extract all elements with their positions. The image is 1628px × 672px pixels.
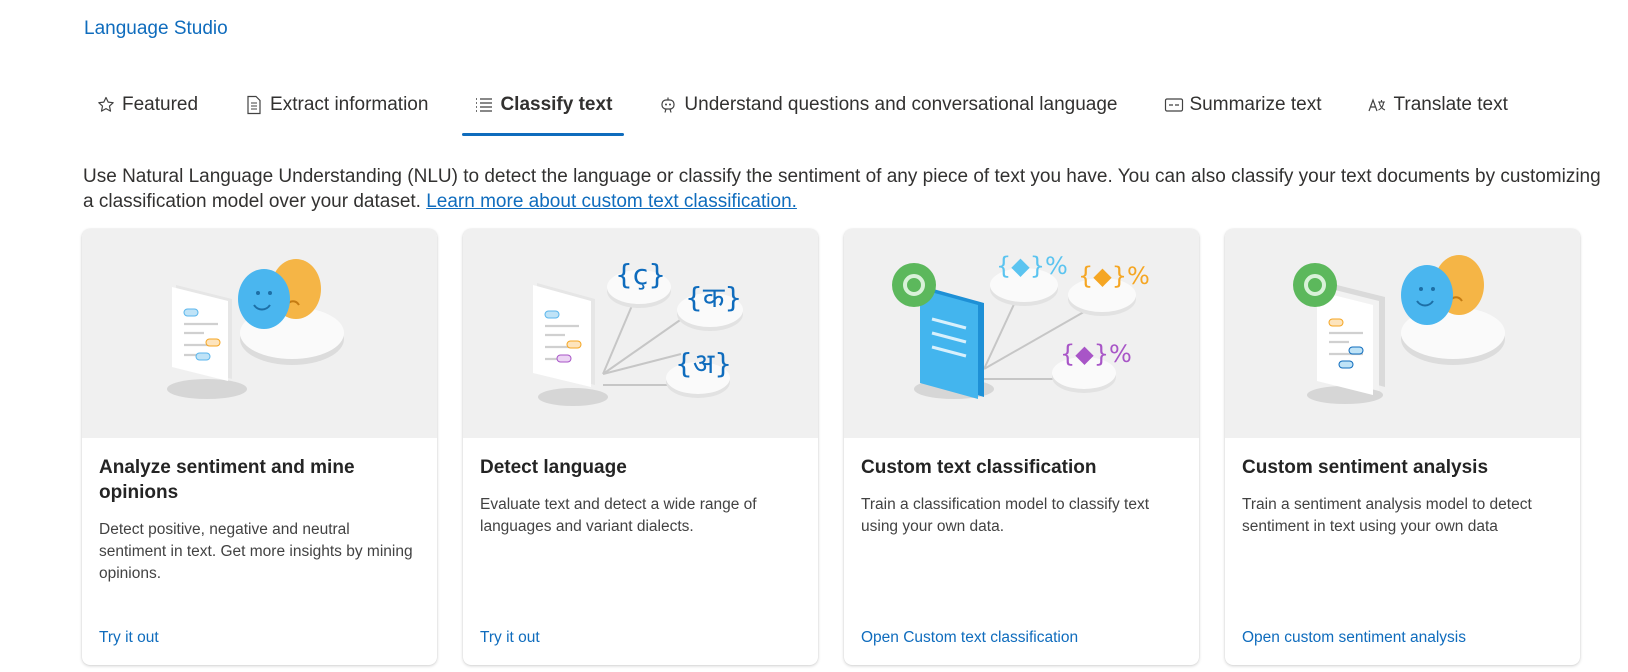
language-illustration: {ç} {क} {अ} (463, 229, 818, 438)
tab-bar: Featured Extract information Classify te… (84, 80, 1542, 136)
open-custom-text-classification-link[interactable]: Open Custom text classification (861, 629, 1078, 647)
tab-label: Translate text (1393, 94, 1508, 115)
tab-label: Summarize text (1189, 94, 1322, 115)
tab-label: Featured (122, 94, 199, 115)
tab-featured[interactable]: Featured (84, 80, 210, 130)
card-grid: Analyze sentiment and mine opinions Dete… (82, 229, 1580, 665)
card-custom-text-classification[interactable]: {◆}% {◆}% {◆}% Custom text classificatio… (844, 229, 1199, 665)
try-it-out-link[interactable]: Try it out (99, 629, 159, 647)
tab-extract-information[interactable]: Extract information (232, 80, 440, 130)
summary-icon (1164, 95, 1184, 115)
svg-text:{◆}%: {◆}% (996, 252, 1068, 280)
list-icon (474, 95, 494, 115)
card-detect-language[interactable]: {ç} {क} {अ} Detect language Evaluate tex… (463, 229, 818, 665)
card-description: Detect positive, negative and neutral se… (99, 521, 413, 582)
tab-label: Classify text (500, 94, 613, 115)
tab-understand-questions[interactable]: Understand questions and conversational … (646, 80, 1129, 130)
svg-text:{क}: {क} (685, 281, 742, 314)
card-title: Custom sentiment analysis (1242, 457, 1489, 478)
classification-illustration: {◆}% {◆}% {◆}% (844, 229, 1199, 438)
custom-sentiment-illustration (1225, 229, 1580, 438)
tab-translate-text[interactable]: Translate text (1355, 80, 1519, 130)
card-description: Train a sentiment analysis model to dete… (1242, 496, 1532, 535)
description-text: Use Natural Language Understanding (NLU)… (83, 166, 1601, 212)
svg-text:{◆}%: {◆}% (1078, 262, 1150, 290)
document-icon (244, 95, 264, 115)
tab-classify-text[interactable]: Classify text (462, 80, 625, 136)
sentiment-illustration (82, 229, 437, 438)
svg-text:{◆}%: {◆}% (1060, 340, 1132, 368)
try-it-out-link[interactable]: Try it out (480, 629, 540, 647)
card-description: Train a classification model to classify… (861, 496, 1150, 535)
tab-label: Understand questions and conversational … (684, 94, 1118, 115)
card-analyze-sentiment[interactable]: Analyze sentiment and mine opinions Dete… (82, 229, 437, 665)
breadcrumb-language-studio[interactable]: Language Studio (84, 18, 228, 40)
card-description: Evaluate text and detect a wide range of… (480, 496, 757, 535)
card-title: Detect language (480, 457, 627, 478)
card-custom-sentiment-analysis[interactable]: Custom sentiment analysis Train a sentim… (1225, 229, 1580, 665)
tab-label: Extract information (270, 94, 429, 115)
star-icon (96, 95, 116, 115)
card-title: Analyze sentiment and mine opinions (99, 457, 355, 503)
tab-summarize-text[interactable]: Summarize text (1152, 80, 1334, 130)
open-custom-sentiment-analysis-link[interactable]: Open custom sentiment analysis (1242, 629, 1466, 647)
page-description: Use Natural Language Understanding (NLU)… (83, 164, 1613, 214)
svg-text:{अ}: {अ} (675, 347, 732, 380)
learn-more-link[interactable]: Learn more about custom text classificat… (426, 191, 797, 212)
svg-text:{ç}: {ç} (615, 258, 666, 291)
card-title: Custom text classification (861, 457, 1097, 478)
chat-bot-icon (658, 95, 678, 115)
translate-icon (1367, 95, 1387, 115)
